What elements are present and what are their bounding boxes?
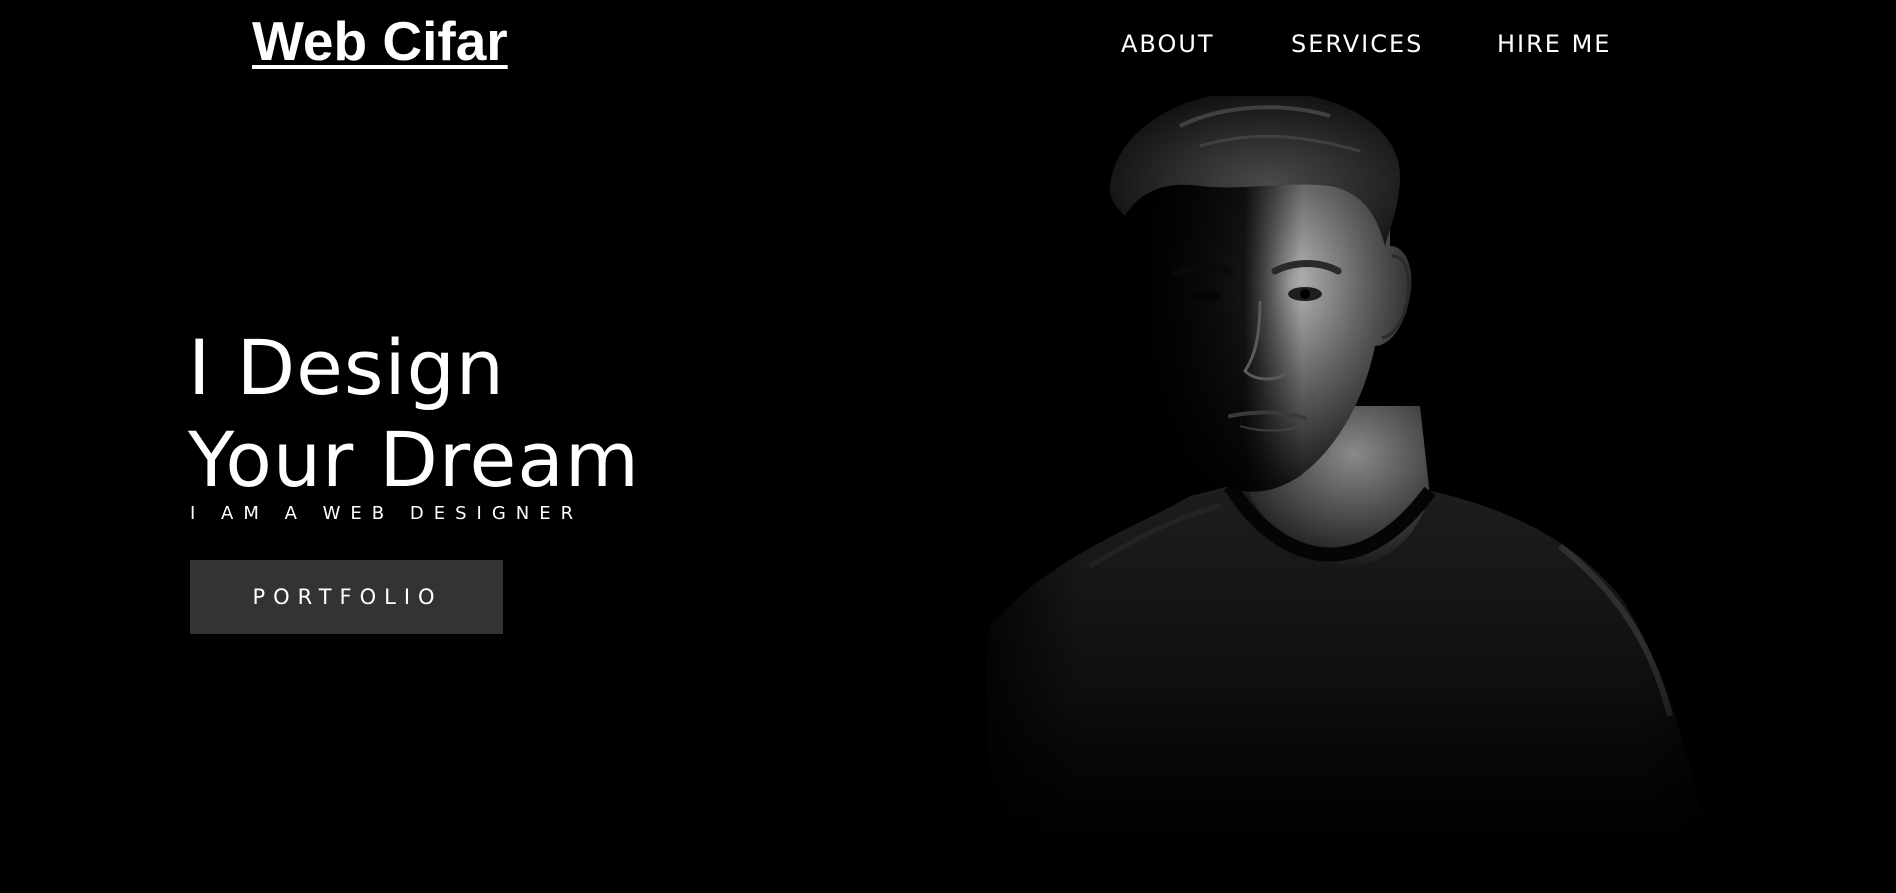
hero-title-line-2: Your Dream	[188, 415, 640, 504]
hero-title: I Design Your Dream	[188, 322, 640, 506]
hero-portrait-image	[960, 96, 1760, 893]
site-logo[interactable]: Web Cifar	[252, 14, 508, 69]
nav-link-hire-me[interactable]: HIRE ME	[1497, 30, 1611, 58]
hero-subtitle: I AM A WEB DESIGNER	[190, 503, 584, 524]
hero-title-line-1: I Design	[188, 323, 505, 412]
landing-page: Web Cifar ABOUT SERVICES HIRE ME I Desig…	[0, 0, 1896, 893]
nav-link-services[interactable]: SERVICES	[1291, 30, 1423, 58]
nav-link-about[interactable]: ABOUT	[1121, 30, 1215, 58]
portfolio-button[interactable]: PORTFOLIO	[190, 560, 503, 634]
